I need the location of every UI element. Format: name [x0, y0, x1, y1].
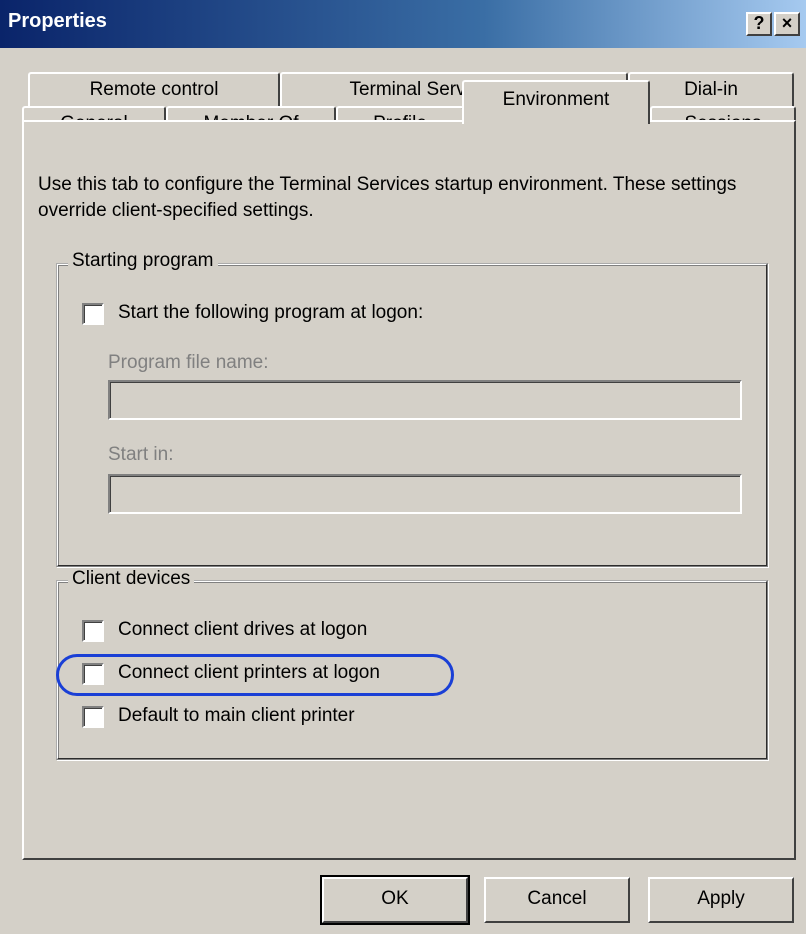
tab-dial-in[interactable]: Dial-in	[628, 72, 794, 108]
window-title: Properties	[8, 10, 107, 32]
start-program-label[interactable]: Start the following program at logon:	[118, 302, 423, 324]
cancel-button[interactable]: Cancel	[484, 877, 630, 923]
start-program-checkbox[interactable]	[82, 303, 104, 325]
intro-text: Use this tab to configure the Terminal S…	[38, 174, 737, 221]
help-button[interactable]: ?	[746, 12, 772, 36]
tab-remote-control[interactable]: Remote control	[28, 72, 280, 108]
default-printer-label[interactable]: Default to main client printer	[118, 705, 355, 727]
default-printer-checkbox[interactable]	[82, 706, 104, 728]
apply-button[interactable]: Apply	[648, 877, 794, 923]
tab-environment[interactable]: Environment	[462, 80, 650, 124]
title-bar[interactable]	[0, 0, 806, 48]
program-file-name-field[interactable]	[108, 380, 742, 420]
highlight-ring	[56, 654, 454, 696]
ok-button[interactable]: OK	[320, 875, 470, 925]
client-devices-legend: Client devices	[68, 568, 195, 590]
starting-program-legend: Starting program	[68, 250, 218, 272]
connect-drives-checkbox[interactable]	[82, 620, 104, 642]
start-in-field[interactable]	[108, 474, 742, 514]
program-file-name-label: Program file name:	[108, 352, 269, 373]
connect-drives-label[interactable]: Connect client drives at logon	[118, 619, 367, 641]
start-in-label: Start in:	[108, 444, 174, 465]
close-button[interactable]: ×	[774, 12, 800, 36]
